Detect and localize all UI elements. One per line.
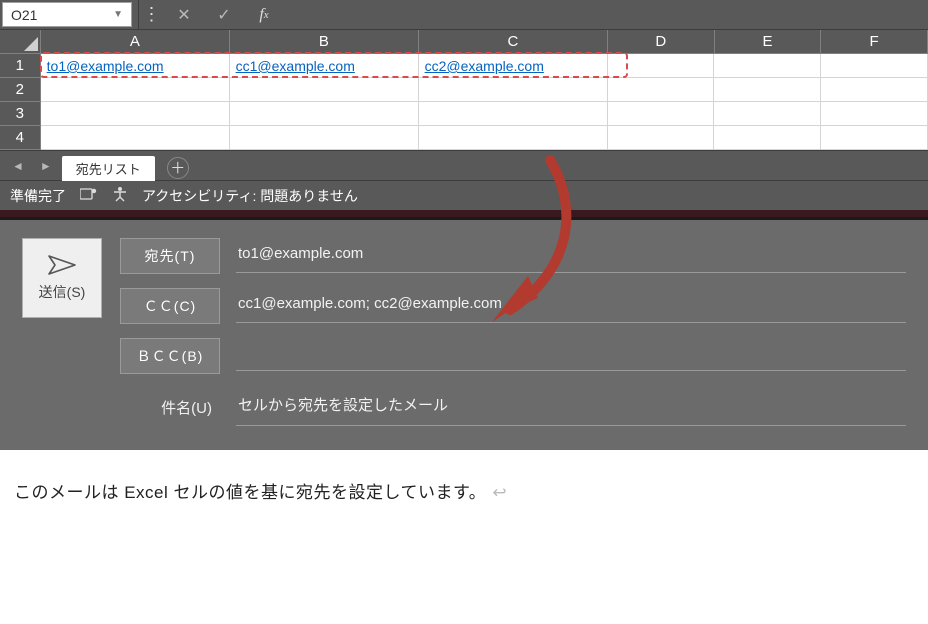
cell-D1[interactable]	[608, 54, 715, 78]
prev-sheet-icon[interactable]: ◄	[6, 159, 30, 173]
return-mark-icon: ↩	[492, 483, 507, 502]
row-header-3[interactable]: 3	[0, 102, 41, 126]
mail-body[interactable]: このメールは Excel セルの値を基に宛先を設定しています。 ↩	[0, 450, 928, 531]
cell-F2[interactable]	[821, 78, 928, 102]
col-header-A[interactable]: A	[41, 30, 230, 53]
cell-B3[interactable]	[230, 102, 419, 126]
cell-F3[interactable]	[821, 102, 928, 126]
add-sheet-icon[interactable]: ＋	[167, 157, 189, 179]
status-ready: 準備完了	[10, 186, 66, 206]
cell-B1[interactable]: cc1@example.com	[230, 54, 419, 78]
name-box[interactable]: O21 ▼	[2, 2, 132, 27]
subject-label: 件名(U)	[120, 397, 220, 418]
send-button[interactable]: 送信(S)	[22, 238, 102, 318]
accessibility-icon[interactable]	[112, 186, 128, 205]
sheet-tab-active[interactable]: 宛先リスト	[62, 156, 155, 181]
spreadsheet-grid[interactable]: A B C D E F 1 to1@example.com cc1@exampl…	[0, 30, 928, 150]
cell-D2[interactable]	[608, 78, 715, 102]
cell-C1[interactable]: cc2@example.com	[419, 54, 608, 78]
formula-bar: O21 ▼ ⋮ ✕ ✓ fx	[0, 0, 928, 30]
to-button[interactable]: 宛先(T)	[120, 238, 220, 274]
sheet-tab-bar: ◄ ► 宛先リスト ＋	[0, 150, 928, 180]
macro-record-icon[interactable]	[80, 187, 98, 204]
next-sheet-icon[interactable]: ►	[34, 159, 58, 173]
row-header-1[interactable]: 1	[0, 54, 41, 78]
col-header-E[interactable]: E	[715, 30, 822, 53]
fx-icon[interactable]: fx	[244, 0, 284, 29]
accessibility-status: アクセシビリティ: 問題ありません	[142, 186, 358, 206]
cancel-formula-icon[interactable]: ✕	[164, 0, 204, 29]
cell-E3[interactable]	[714, 102, 821, 126]
mail-body-text: このメールは Excel セルの値を基に宛先を設定しています。	[14, 483, 486, 502]
cc-field[interactable]: cc1@example.com; cc2@example.com	[236, 289, 906, 323]
confirm-formula-icon[interactable]: ✓	[204, 0, 244, 29]
status-bar: 準備完了 アクセシビリティ: 問題ありません	[0, 180, 928, 210]
cell-D4[interactable]	[608, 126, 715, 150]
cell-B4[interactable]	[230, 126, 419, 150]
more-icon[interactable]: ⋮	[138, 0, 164, 29]
compose-pane: 送信(S) 宛先(T) to1@example.com ＣＣ(C) cc1@ex…	[0, 220, 928, 450]
subject-field[interactable]: セルから宛先を設定したメール	[236, 388, 906, 426]
col-header-C[interactable]: C	[419, 30, 608, 53]
cell-E2[interactable]	[714, 78, 821, 102]
send-label: 送信(S)	[39, 282, 86, 302]
cell-E4[interactable]	[714, 126, 821, 150]
formula-input[interactable]	[284, 0, 928, 29]
row-header-4[interactable]: 4	[0, 126, 41, 150]
send-icon	[47, 254, 77, 276]
cell-C2[interactable]	[419, 78, 608, 102]
cell-D3[interactable]	[608, 102, 715, 126]
col-header-F[interactable]: F	[821, 30, 928, 53]
cell-A1[interactable]: to1@example.com	[41, 54, 230, 78]
col-header-B[interactable]: B	[230, 30, 419, 53]
cell-F1[interactable]	[821, 54, 928, 78]
cell-C3[interactable]	[419, 102, 608, 126]
bcc-field[interactable]	[236, 341, 906, 371]
cell-A2[interactable]	[41, 78, 230, 102]
chevron-down-icon[interactable]: ▼	[113, 9, 123, 20]
cell-E1[interactable]	[714, 54, 821, 78]
divider-strip	[0, 210, 928, 220]
row-header-2[interactable]: 2	[0, 78, 41, 102]
cell-F4[interactable]	[821, 126, 928, 150]
col-header-D[interactable]: D	[608, 30, 715, 53]
cell-A3[interactable]	[41, 102, 230, 126]
bcc-button[interactable]: ＢＣＣ(B)	[120, 338, 220, 374]
cell-A4[interactable]	[41, 126, 230, 150]
cell-C4[interactable]	[419, 126, 608, 150]
select-all-triangle[interactable]	[0, 30, 41, 53]
to-field[interactable]: to1@example.com	[236, 239, 906, 273]
name-box-value: O21	[11, 7, 37, 23]
cc-button[interactable]: ＣＣ(C)	[120, 288, 220, 324]
cell-B2[interactable]	[230, 78, 419, 102]
